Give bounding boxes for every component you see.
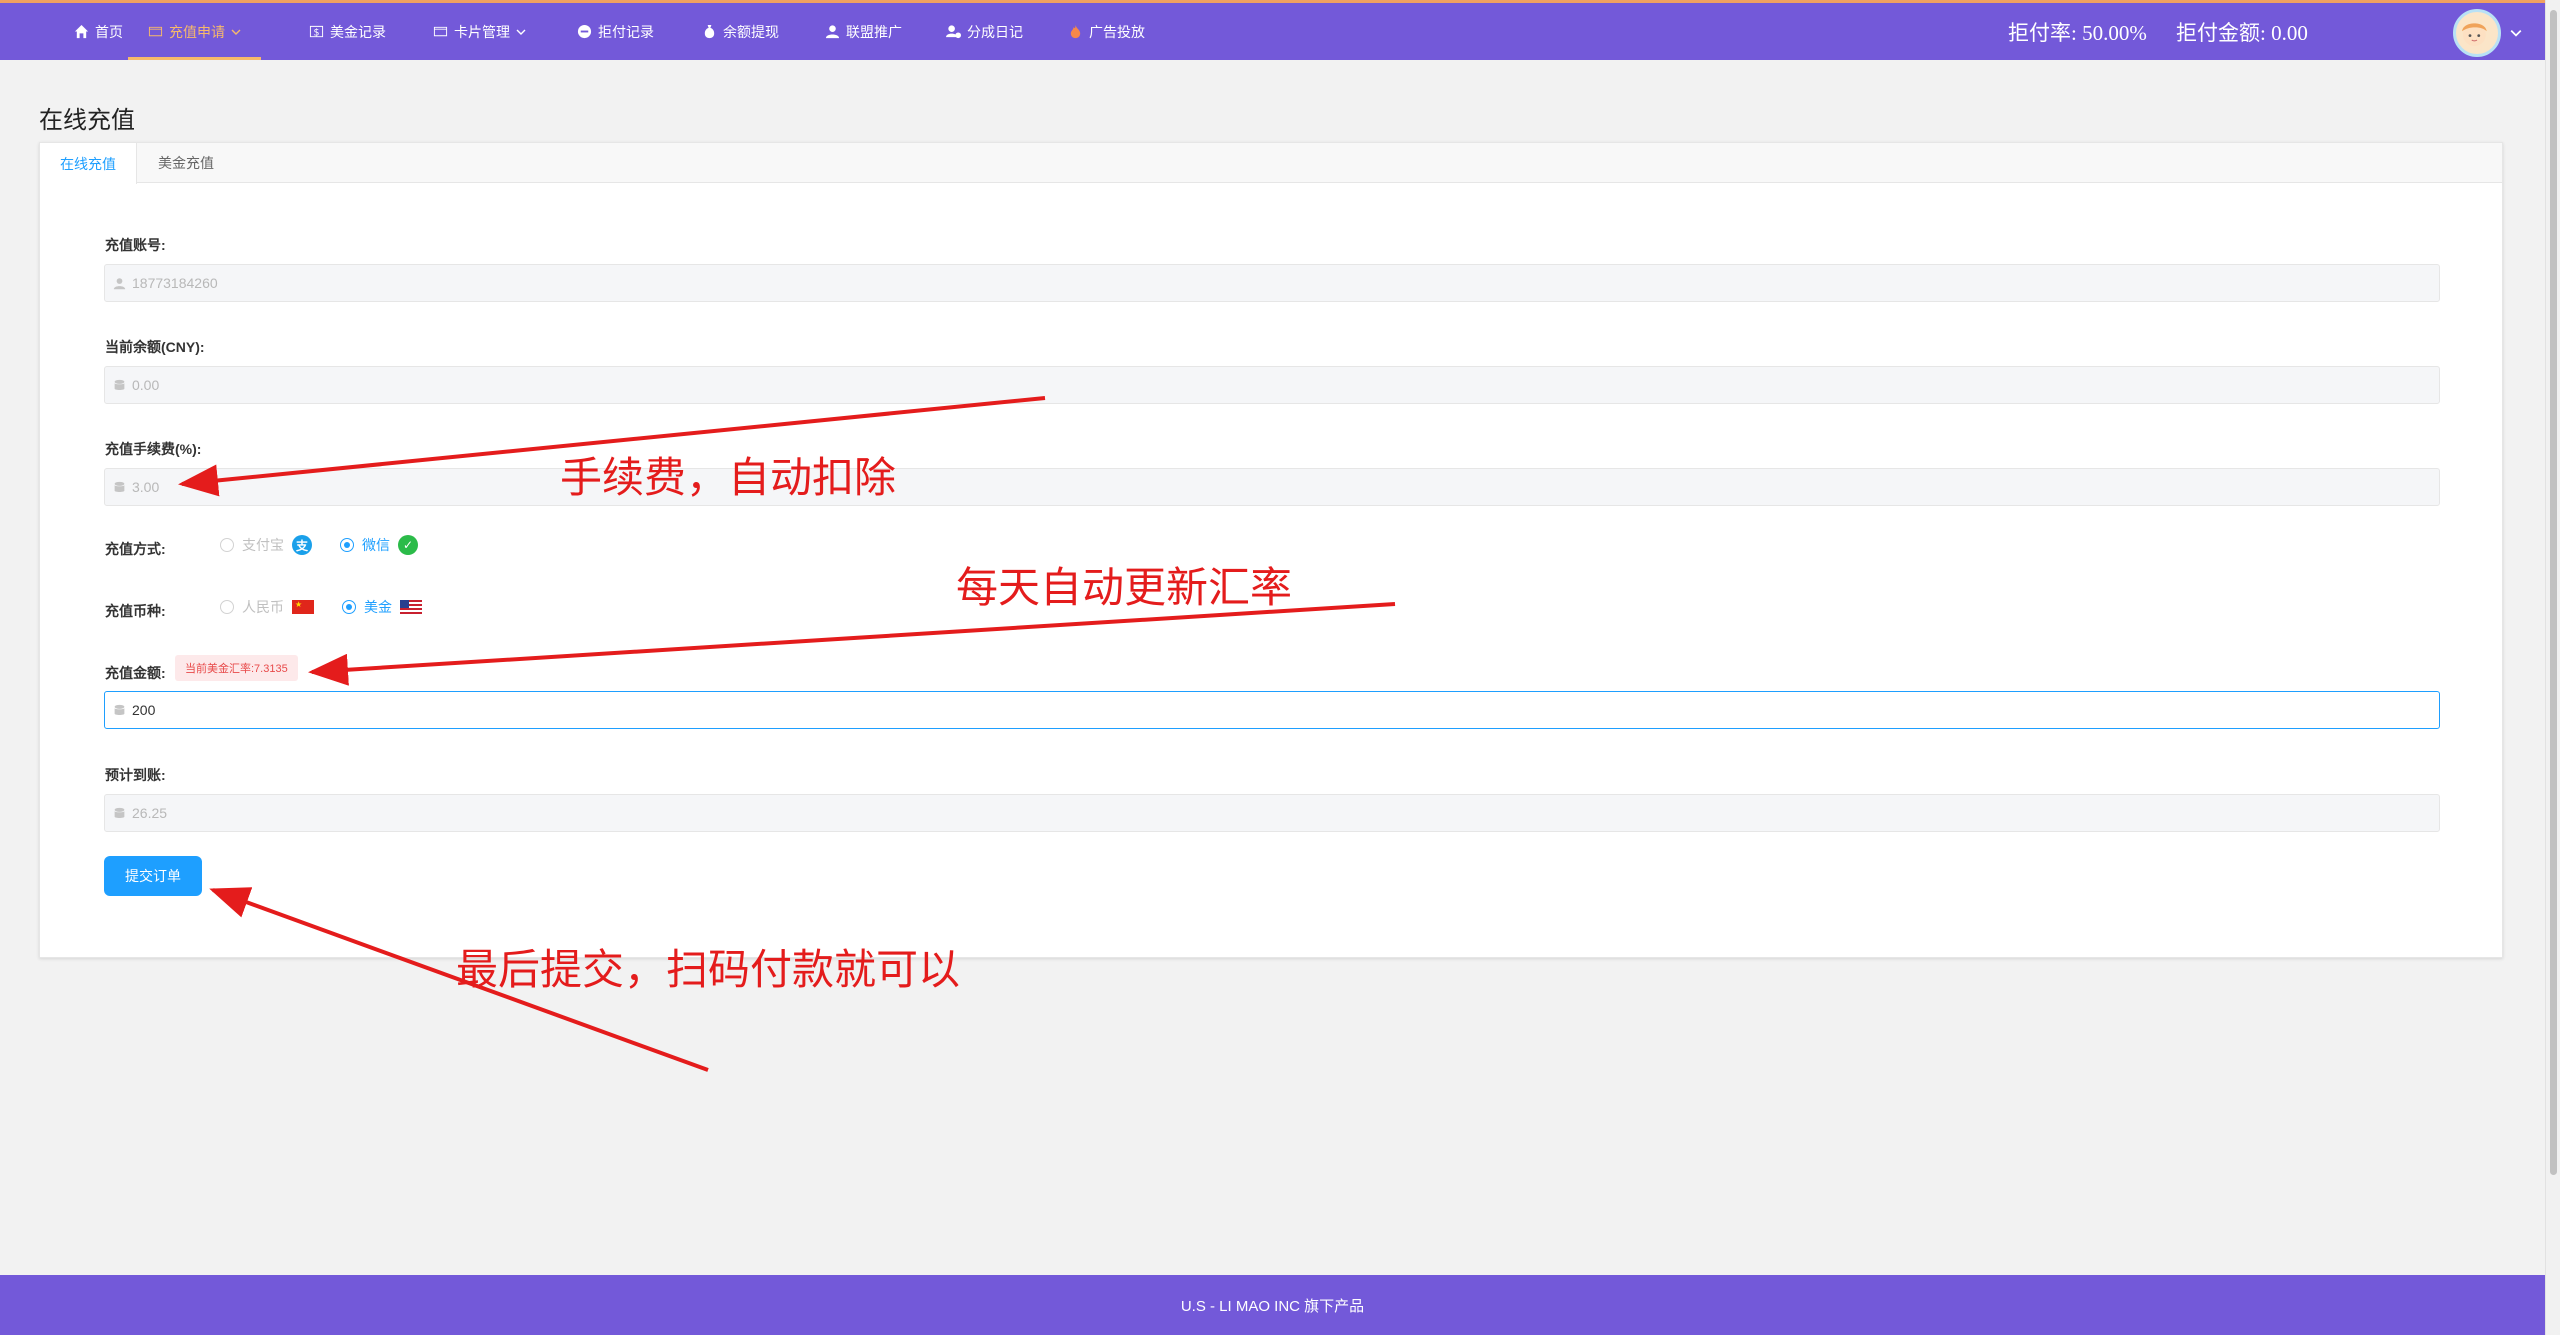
chevron-down-icon [516,29,526,35]
balance-value: 0.00 [132,377,160,393]
exchange-rate-tip: 当前美金汇率:7.3135 [175,655,298,681]
avatar-face-icon [2462,23,2487,47]
nav-item-affiliate[interactable]: 联盟推广 [825,3,902,60]
radio-dot [220,600,234,614]
amount-field[interactable] [104,691,2440,729]
nav-item-home[interactable]: 首页 [74,3,123,60]
footer: U.S - LI MAO INC 旗下产品 [0,1275,2545,1335]
tab-bar: 在线充值 美金充值 [40,143,2502,184]
expected-field: 26.25 [104,794,2440,832]
currency-cny-radio[interactable]: 人民币 ★ [220,597,314,617]
money-bag-icon [704,24,715,39]
radio-dot [220,538,234,552]
svg-text:$: $ [314,27,320,38]
nav-label: 余额提现 [723,23,779,40]
expected-value: 26.25 [132,805,168,821]
fee-label: 充值手续费(%): [105,441,202,457]
submit-order-button[interactable]: 提交订单 [104,856,202,896]
method-label: 充值方式: [105,541,166,557]
currency-label: 充值币种: [105,603,166,619]
fee-field: 3.00 [104,468,2440,506]
currency-cny-label: 人民币 [242,599,284,615]
submit-annotation: 最后提交，扫码付款就可以 [456,945,961,994]
nav-label: 美金记录 [330,23,386,40]
alipay-icon: 支 [292,535,312,555]
minus-circle-icon [577,24,592,39]
refusal-amount: 拒付金额: 0.00 [2176,20,2308,45]
method-alipay-radio[interactable]: 支付宝 支 [220,535,312,555]
fire-icon [1070,24,1081,39]
database-icon [114,807,125,818]
amount-input[interactable] [132,702,2439,718]
avatar[interactable] [2453,9,2501,57]
currency-usd-label: 美金 [364,599,392,615]
share-icon [946,25,961,39]
balance-field: 0.00 [104,366,2440,404]
chevron-down-icon [231,29,241,35]
database-icon [114,379,125,390]
nav-label: 分成日记 [967,23,1023,40]
method-wechat-radio[interactable]: 微信 ✓ [340,535,418,555]
card-icon [433,26,448,37]
user-icon [113,277,126,289]
fee-value: 3.00 [132,479,160,495]
expected-label: 预计到账: [105,767,166,783]
nav-item-card-management[interactable]: 卡片管理 [433,3,526,60]
user-icon [825,25,840,39]
nav-label: 充值申请 [169,23,225,40]
nav-item-ads[interactable]: 广告投放 [1068,3,1145,60]
china-flag-icon: ★ [292,600,314,614]
nav-label: 首页 [95,23,123,40]
refusal-rate: 拒付率: 50.00% [2008,20,2147,45]
nav-item-refusal-records[interactable]: 拒付记录 [577,3,654,60]
currency-usd-radio[interactable]: 美金 [342,597,422,617]
amount-label: 充值金额: [105,665,166,681]
nav-item-commission-log[interactable]: 分成日记 [946,3,1023,60]
card-icon [148,26,163,37]
database-icon [114,704,125,715]
nav-label: 联盟推广 [846,23,902,40]
dollar-icon: $ [309,25,324,38]
tab-online-recharge[interactable]: 在线充值 [40,143,137,184]
account-value: 18773184260 [132,275,218,291]
method-alipay-label: 支付宝 [242,537,284,553]
top-navbar: 首页 充值申请 $ 美金记录 卡片管理 拒付记录 余额提现 联盟推广 分成日记 … [0,0,2545,60]
fee-annotation: 手续费，自动扣除 [560,453,897,502]
radio-dot [342,600,356,614]
nav-item-withdraw[interactable]: 余额提现 [702,3,779,60]
scrollbar-thumb[interactable] [2550,10,2557,1175]
account-field: 18773184260 [104,264,2440,302]
nav-label: 广告投放 [1089,23,1145,40]
radio-dot [340,538,354,552]
vertical-scrollbar[interactable] [2545,0,2560,1335]
chevron-down-icon[interactable] [2510,27,2522,39]
account-label: 充值账号: [105,237,166,253]
page-title: 在线充值 [39,107,135,134]
nav-label: 拒付记录 [598,23,654,40]
recharge-card: 在线充值 美金充值 充值账号: 18773184260 当前余额(CNY): 0… [39,142,2503,958]
balance-label: 当前余额(CNY): [105,339,205,355]
nav-item-usd-records[interactable]: $ 美金记录 [309,3,386,60]
tab-usd-recharge[interactable]: 美金充值 [138,143,234,183]
nav-item-recharge[interactable]: 充值申请 [128,3,261,60]
footer-text: U.S - LI MAO INC 旗下产品 [1180,1297,1365,1315]
method-wechat-label: 微信 [362,537,390,553]
method-radio-group: 支付宝 支 微信 ✓ [220,535,418,555]
home-icon [74,24,89,39]
nav-label: 卡片管理 [454,23,510,40]
usa-flag-icon [400,600,422,614]
database-icon [114,481,125,492]
currency-radio-group: 人民币 ★ 美金 [220,597,422,617]
wechat-icon: ✓ [398,535,418,555]
rate-annotation: 每天自动更新汇率 [956,563,1293,612]
